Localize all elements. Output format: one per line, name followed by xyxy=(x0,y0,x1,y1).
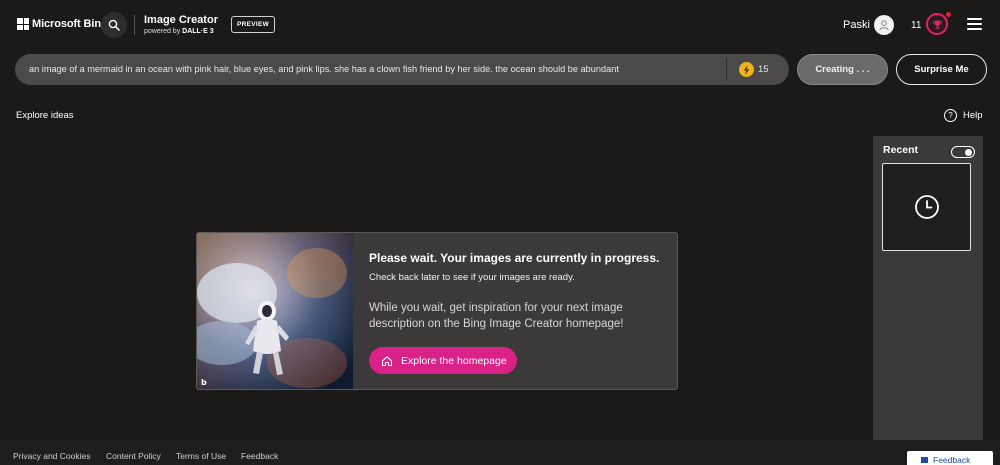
progress-card: b Please wait. Your images are currently… xyxy=(196,232,678,390)
footer-link-terms[interactable]: Terms of Use xyxy=(176,451,226,461)
username[interactable]: Paski xyxy=(843,19,870,31)
prompt-divider xyxy=(726,58,727,81)
recent-toggle[interactable] xyxy=(951,146,975,158)
boost-count: 15 xyxy=(758,64,769,75)
image-watermark: b xyxy=(201,378,207,387)
search-button[interactable] xyxy=(101,12,127,38)
user-avatar-icon[interactable] xyxy=(874,15,894,35)
search-icon xyxy=(108,19,120,31)
top-header: Microsoft Bing Image Creator powered by … xyxy=(0,0,1000,50)
app-title[interactable]: Image Creator xyxy=(144,14,218,26)
recent-label: Recent xyxy=(883,144,919,156)
microsoft-logo-icon[interactable] xyxy=(17,18,29,30)
surprise-me-button[interactable]: Surprise Me xyxy=(896,54,987,85)
home-icon xyxy=(381,355,393,366)
brand-name[interactable]: Microsoft Bing xyxy=(32,18,108,30)
explore-homepage-label: Explore the homepage xyxy=(401,354,507,367)
help-link[interactable]: ? Help xyxy=(944,109,983,122)
explore-homepage-button[interactable]: Explore the homepage xyxy=(369,347,517,374)
footer: Privacy and Cookies Content Policy Terms… xyxy=(0,440,1000,465)
notification-dot xyxy=(946,12,951,17)
explore-ideas-link[interactable]: Explore ideas xyxy=(16,110,74,121)
help-icon: ? xyxy=(944,109,957,122)
footer-link-privacy[interactable]: Privacy and Cookies xyxy=(13,451,90,461)
footer-link-feedback[interactable]: Feedback xyxy=(241,451,278,461)
trophy-icon[interactable] xyxy=(926,13,948,35)
hamburger-menu-icon[interactable] xyxy=(967,18,982,30)
toggle-knob xyxy=(965,148,972,156)
app-subtitle-model: DALL·E 3 xyxy=(182,28,214,35)
progress-title: Please wait. Your images are currently i… xyxy=(369,251,660,265)
preview-badge: PREVIEW xyxy=(231,16,275,33)
boost-icon[interactable] xyxy=(739,62,754,77)
feedback-button-label: Feedback xyxy=(933,455,971,465)
create-button[interactable]: Creating . . . xyxy=(797,54,888,85)
app-subtitle: powered by DALL·E 3 xyxy=(144,28,214,35)
clock-icon xyxy=(914,195,939,219)
footer-link-content-policy[interactable]: Content Policy xyxy=(106,451,161,461)
recent-panel: Recent xyxy=(873,136,983,440)
feedback-icon xyxy=(921,457,928,463)
prompt-input[interactable]: an image of a mermaid in an ocean with p… xyxy=(29,64,719,74)
prompt-input-bar[interactable]: an image of a mermaid in an ocean with p… xyxy=(15,54,789,85)
help-label: Help xyxy=(963,110,983,121)
app-subtitle-prefix: powered by xyxy=(144,28,183,35)
rewards-count[interactable]: 11 xyxy=(911,20,921,31)
feedback-button[interactable]: Feedback xyxy=(907,451,993,465)
astronaut-preview-image: b xyxy=(197,233,353,389)
header-divider xyxy=(134,15,135,35)
progress-subtitle: Check back later to see if your images a… xyxy=(369,272,575,283)
progress-body: While you wait, get inspiration for your… xyxy=(369,302,624,330)
recent-pending-tile[interactable] xyxy=(882,163,971,251)
